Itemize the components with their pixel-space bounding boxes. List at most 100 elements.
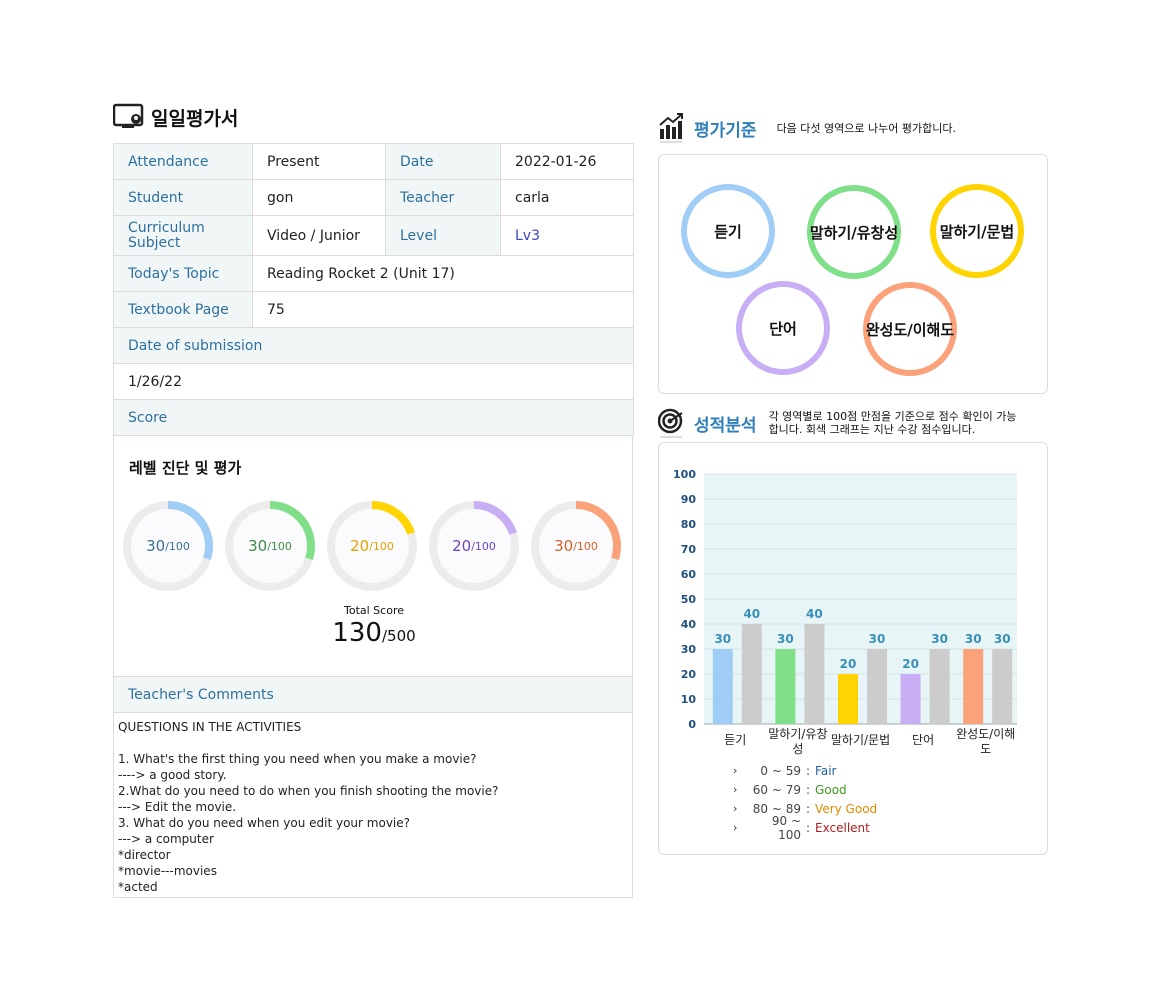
table-row: 1/26/22	[113, 363, 634, 400]
comments-label: Teacher's Comments	[113, 677, 633, 713]
score-heading: 레벨 진단 및 평가	[129, 459, 242, 477]
score-donut: 30/100	[122, 500, 214, 592]
analysis-header: 성적분석 각 영역별로 100점 만점을 기준으로 점수 확인이 가능 합니다.…	[658, 404, 1048, 442]
legend-grade: Good	[815, 782, 847, 797]
report-header: 일일평가서	[113, 100, 633, 134]
y-tick-label: 20	[681, 668, 697, 681]
donut-label: 30/100	[530, 500, 622, 592]
donut-max: /100	[573, 539, 598, 553]
legend-range: 60 ~ 79	[752, 782, 801, 797]
y-tick-label: 60	[681, 568, 697, 581]
analysis-desc-line1: 각 영역별로 100점 만점을 기준으로 점수 확인이 가능	[768, 410, 1017, 423]
table-row: Attendance Present Date 2022-01-26	[113, 143, 634, 180]
total-score-caption: Total Score	[344, 604, 404, 617]
analysis-desc-line2: 합니다. 회색 그래프는 지난 수강 점수입니다.	[768, 423, 976, 436]
criteria-ring: 완성도/이해도	[863, 282, 957, 376]
y-tick-label: 0	[688, 718, 696, 731]
grade-legend: › 0 ~ 59: Fair › 60 ~ 79: Good › 80 ~ 89: Very G…	[733, 761, 878, 842]
x-tick-label: 듣기	[724, 733, 746, 747]
criteria-ring: 듣기	[681, 184, 775, 278]
donut-max: /100	[369, 539, 394, 553]
bar-value-label: 30	[965, 632, 982, 646]
criteria-description: 다음 다섯 영역으로 나누어 평가합니다.	[776, 121, 956, 135]
donut-value: 20	[452, 537, 472, 555]
x-tick-label: 단어	[912, 733, 934, 747]
table-row: Textbook Page 75	[113, 291, 634, 328]
analysis-title: 성적분석	[694, 415, 757, 436]
x-tick-label: 완성도/이해 도	[956, 727, 1015, 756]
previous-score-bar	[992, 649, 1013, 724]
x-tick-label: 말하기/유창 성	[768, 727, 827, 756]
date-label: Date	[385, 143, 501, 180]
criteria-ring: 말하기/유창성	[807, 185, 901, 279]
chevron-right-icon: ›	[733, 783, 738, 796]
current-score-bar	[963, 649, 984, 724]
y-tick-label: 90	[681, 493, 697, 506]
monitor-user-icon	[113, 103, 144, 128]
donut-label: 30/100	[122, 500, 214, 592]
analysis-description: 각 영역별로 100점 만점을 기준으로 점수 확인이 가능 합니다. 회색 그…	[769, 410, 1017, 436]
donut-max: /100	[471, 539, 496, 553]
textbook-page-label: Textbook Page	[113, 291, 253, 328]
chevron-right-icon: ›	[733, 821, 738, 834]
criteria-card: 듣기 말하기/유창성 말하기/문법 단어 완성도/이해도	[658, 154, 1048, 394]
topic-value: Reading Rocket 2 (Unit 17)	[252, 255, 634, 292]
report-info-table: Attendance Present Date 2022-01-26 Stude…	[113, 143, 634, 436]
y-tick-label: 30	[681, 643, 697, 656]
total-score-number: 130	[332, 618, 382, 648]
score-panel: 레벨 진단 및 평가 30/100 30/100 20/100 20/100 30/10…	[113, 436, 633, 677]
total-score-value: 130/500	[114, 618, 634, 648]
topic-label: Today's Topic	[113, 255, 253, 292]
chevron-right-icon: ›	[733, 802, 738, 815]
daily-report: 일일평가서 Attendance Present Date 2022-01-26…	[113, 100, 634, 898]
x-tick-label: 말하기/문법	[831, 733, 890, 747]
y-tick-label: 100	[673, 468, 696, 481]
level-label: Level	[385, 215, 501, 256]
donut-label: 30/100	[224, 500, 316, 592]
y-tick-label: 50	[681, 593, 697, 606]
bar-value-label: 30	[994, 632, 1011, 646]
previous-score-bar	[929, 649, 950, 724]
bar-value-label: 30	[777, 632, 794, 646]
score-donut: 20/100	[428, 500, 520, 592]
teacher-value: carla	[500, 179, 634, 216]
level-value: Lv3	[500, 215, 634, 256]
legend-separator: :	[806, 801, 811, 816]
current-score-bar	[712, 649, 733, 724]
donut-max: /100	[267, 539, 292, 553]
curriculum-label: Curriculum Subject	[113, 215, 253, 256]
table-row: Today's Topic Reading Rocket 2 (Unit 17)	[113, 255, 634, 292]
attendance-label: Attendance	[113, 143, 253, 180]
teacher-label: Teacher	[385, 179, 501, 216]
score-label: Score	[113, 399, 634, 436]
analysis-card: 0 10 20 30 40 50 60 70 80 90 100 30 40 듣기 30 40 말하기/유창 성 2…	[658, 442, 1048, 855]
total-score-max: /500	[381, 627, 416, 645]
legend-grade: Fair	[815, 763, 837, 778]
legend-grade: Very Good	[815, 801, 878, 816]
attendance-value: Present	[252, 143, 386, 180]
y-tick-label: 80	[681, 518, 697, 531]
donut-max: /100	[165, 539, 190, 553]
criteria-ring: 말하기/문법	[930, 184, 1024, 278]
criteria-title: 평가기준	[694, 120, 757, 141]
current-score-bar	[900, 674, 921, 724]
table-row: Teacher's Comments	[113, 677, 633, 713]
submission-label: Date of submission	[113, 327, 634, 364]
legend-separator: :	[806, 820, 811, 835]
y-tick-label: 10	[681, 693, 697, 706]
bar-value-label: 30	[931, 632, 948, 646]
comments-header-table: Teacher's Comments	[113, 677, 633, 713]
current-score-bar	[775, 649, 796, 724]
target-icon	[658, 408, 683, 438]
comments-box[interactable]: QUESTIONS IN THE ACTIVITIES 1. What's th…	[113, 713, 633, 898]
bar-value-label: 20	[902, 657, 919, 671]
right-column: 평가기준 다음 다섯 영역으로 나누어 평가합니다. 듣기 말하기/유창성 말하기/…	[658, 110, 1048, 855]
previous-score-bar	[804, 624, 825, 724]
bar-value-label: 20	[840, 657, 857, 671]
score-donut: 20/100	[326, 500, 418, 592]
table-row: Student gon Teacher carla	[113, 179, 634, 216]
donut-value: 30	[146, 537, 166, 555]
table-row: Score	[113, 399, 634, 436]
curriculum-value: Video / Junior	[252, 215, 386, 256]
legend-separator: :	[806, 782, 811, 797]
